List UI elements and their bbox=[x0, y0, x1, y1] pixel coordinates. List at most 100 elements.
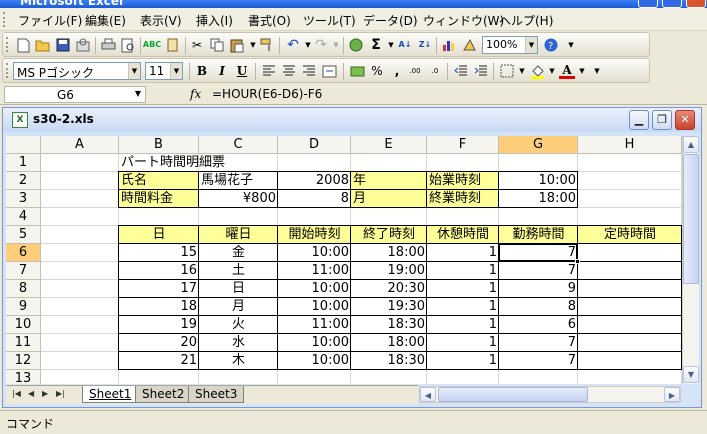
merge-center-icon[interactable] bbox=[321, 63, 337, 79]
workbook-minimize-button[interactable]: ▁ bbox=[629, 110, 649, 130]
redo-dropdown-icon[interactable]: ▼ bbox=[328, 37, 344, 53]
column-header[interactable]: D bbox=[278, 136, 351, 154]
last-sheet-icon[interactable]: ▶| bbox=[56, 389, 65, 398]
italic-button[interactable]: I bbox=[214, 63, 230, 79]
first-sheet-icon[interactable]: |◀ bbox=[12, 389, 21, 398]
cell-f7[interactable]: 1 bbox=[427, 262, 499, 280]
cell-g12[interactable]: 7 bbox=[499, 352, 578, 370]
cell-f8[interactable]: 1 bbox=[427, 280, 499, 298]
sort-descending-icon[interactable]: Z↓ bbox=[417, 37, 433, 53]
cell-e8[interactable]: 20:30 bbox=[351, 280, 427, 298]
cell-c8[interactable]: 日 bbox=[199, 280, 278, 298]
autosum-icon[interactable]: Σ bbox=[368, 37, 384, 53]
undo-icon[interactable]: ↶ bbox=[285, 37, 301, 53]
cell-g5[interactable]: 勤務時間 bbox=[499, 226, 578, 244]
worksheet-grid[interactable]: A B C D E F G H 1 2 3 4 5 6 7 8 9 10 11 12 13 パート時間明細票 氏名 馬場花子 2… bbox=[6, 136, 682, 384]
bold-button[interactable]: B bbox=[194, 63, 210, 79]
row-header[interactable]: 3 bbox=[6, 190, 41, 208]
cell-f10[interactable]: 1 bbox=[427, 316, 499, 334]
cell-b8[interactable]: 17 bbox=[119, 280, 199, 298]
comma-button[interactable]: , bbox=[389, 63, 405, 79]
close-button[interactable] bbox=[686, 0, 706, 8]
formula-input[interactable]: =HOUR(E6-D6)-F6 bbox=[212, 87, 322, 101]
cell-c12[interactable]: 木 bbox=[199, 352, 278, 370]
menu-window[interactable]: ウィンドウ(W) bbox=[423, 12, 504, 29]
drawing-icon[interactable] bbox=[461, 37, 477, 53]
cell-c3[interactable]: ¥800 bbox=[199, 190, 278, 208]
cell-g2[interactable]: 10:00 bbox=[499, 172, 578, 190]
scroll-up-icon[interactable]: ▲ bbox=[683, 136, 699, 153]
name-box[interactable]: G6 ▼ bbox=[4, 86, 146, 103]
cell-b5[interactable]: 日 bbox=[119, 226, 199, 244]
cell-g11[interactable]: 7 bbox=[499, 334, 578, 352]
cell-b7[interactable]: 16 bbox=[119, 262, 199, 280]
scroll-right-icon[interactable]: ▶ bbox=[664, 387, 680, 402]
cell-c5[interactable]: 曜日 bbox=[199, 226, 278, 244]
hyperlink-icon[interactable] bbox=[348, 37, 364, 53]
menu-data[interactable]: データ(D) bbox=[363, 12, 418, 29]
cell-e2[interactable]: 年 bbox=[351, 172, 427, 190]
vertical-scrollbar[interactable]: ▲ ▼ bbox=[682, 136, 699, 384]
align-center-icon[interactable] bbox=[281, 63, 297, 79]
column-header[interactable]: C bbox=[199, 136, 278, 154]
sort-ascending-icon[interactable]: A↓ bbox=[397, 37, 413, 53]
cell-f12[interactable]: 1 bbox=[427, 352, 499, 370]
cell-e9[interactable]: 19:30 bbox=[351, 298, 427, 316]
help-icon[interactable]: ? bbox=[543, 37, 559, 53]
cell-f9[interactable]: 1 bbox=[427, 298, 499, 316]
cell-d7[interactable]: 11:00 bbox=[278, 262, 351, 280]
menu-file[interactable]: ファイル(F) bbox=[18, 12, 82, 29]
spelling-icon[interactable]: ABC bbox=[143, 37, 161, 53]
cell-g10[interactable]: 6 bbox=[499, 316, 578, 334]
row-header[interactable]: 1 bbox=[6, 154, 41, 172]
scroll-left-icon[interactable]: ◀ bbox=[420, 387, 436, 402]
toolbar-options-icon[interactable]: ▼ bbox=[589, 63, 605, 79]
percent-button[interactable]: % bbox=[369, 63, 385, 79]
cell-b11[interactable]: 20 bbox=[119, 334, 199, 352]
row-header[interactable]: 10 bbox=[6, 316, 41, 334]
column-header[interactable]: B bbox=[119, 136, 199, 154]
increase-decimal-icon[interactable]: .00 bbox=[407, 63, 423, 79]
row-header[interactable]: 4 bbox=[6, 208, 41, 226]
chevron-down-icon[interactable]: ▼ bbox=[525, 37, 537, 53]
column-header[interactable]: F bbox=[427, 136, 499, 154]
minimize-button[interactable] bbox=[638, 0, 658, 8]
prev-sheet-icon[interactable]: ◀ bbox=[28, 389, 34, 398]
font-size-dropdown[interactable]: 11 ▼ bbox=[145, 62, 183, 80]
vertical-scroll-thumb[interactable] bbox=[683, 154, 699, 284]
row-header[interactable]: 6 bbox=[6, 244, 41, 262]
cell-d12[interactable]: 10:00 bbox=[278, 352, 351, 370]
cell-b9[interactable]: 18 bbox=[119, 298, 199, 316]
column-header[interactable]: H bbox=[578, 136, 682, 154]
sheet-tab-sheet3[interactable]: Sheet3 bbox=[188, 386, 245, 403]
copy-icon[interactable] bbox=[209, 37, 225, 53]
save-icon[interactable] bbox=[55, 37, 71, 53]
cell-g3[interactable]: 18:00 bbox=[499, 190, 578, 208]
toolbar-grip[interactable] bbox=[6, 63, 9, 78]
print-icon[interactable] bbox=[100, 37, 116, 53]
menu-format[interactable]: 書式(O) bbox=[248, 12, 291, 29]
insert-function-icon[interactable]: fx bbox=[190, 87, 201, 101]
column-header[interactable]: A bbox=[41, 136, 119, 154]
borders-icon[interactable] bbox=[499, 63, 515, 79]
cell-h5[interactable]: 定時時間 bbox=[578, 226, 682, 244]
cell-f5[interactable]: 休憩時間 bbox=[427, 226, 499, 244]
sheet-tab-sheet1[interactable]: Sheet1 bbox=[82, 386, 139, 403]
toolbar-grip[interactable] bbox=[6, 37, 9, 52]
cell-d5[interactable]: 開始時刻 bbox=[278, 226, 351, 244]
align-right-icon[interactable] bbox=[301, 63, 317, 79]
cell-b3[interactable]: 時間料金 bbox=[119, 190, 199, 208]
cell-e6[interactable]: 18:00 bbox=[351, 244, 427, 262]
cell-d9[interactable]: 10:00 bbox=[278, 298, 351, 316]
font-color-dropdown-icon[interactable]: ▼ bbox=[574, 63, 590, 79]
scroll-down-icon[interactable]: ▼ bbox=[683, 366, 699, 383]
menu-insert[interactable]: 挿入(I) bbox=[196, 12, 233, 29]
cell-d2[interactable]: 2008 bbox=[278, 172, 351, 190]
row-header[interactable]: 12 bbox=[6, 352, 41, 370]
cell-f3[interactable]: 終業時刻 bbox=[427, 190, 499, 208]
cell-b12[interactable]: 21 bbox=[119, 352, 199, 370]
cell-e12[interactable]: 18:30 bbox=[351, 352, 427, 370]
cut-icon[interactable]: ✂ bbox=[189, 37, 205, 53]
cell-c2[interactable]: 馬場花子 bbox=[199, 172, 278, 190]
cell-b2[interactable]: 氏名 bbox=[119, 172, 199, 190]
